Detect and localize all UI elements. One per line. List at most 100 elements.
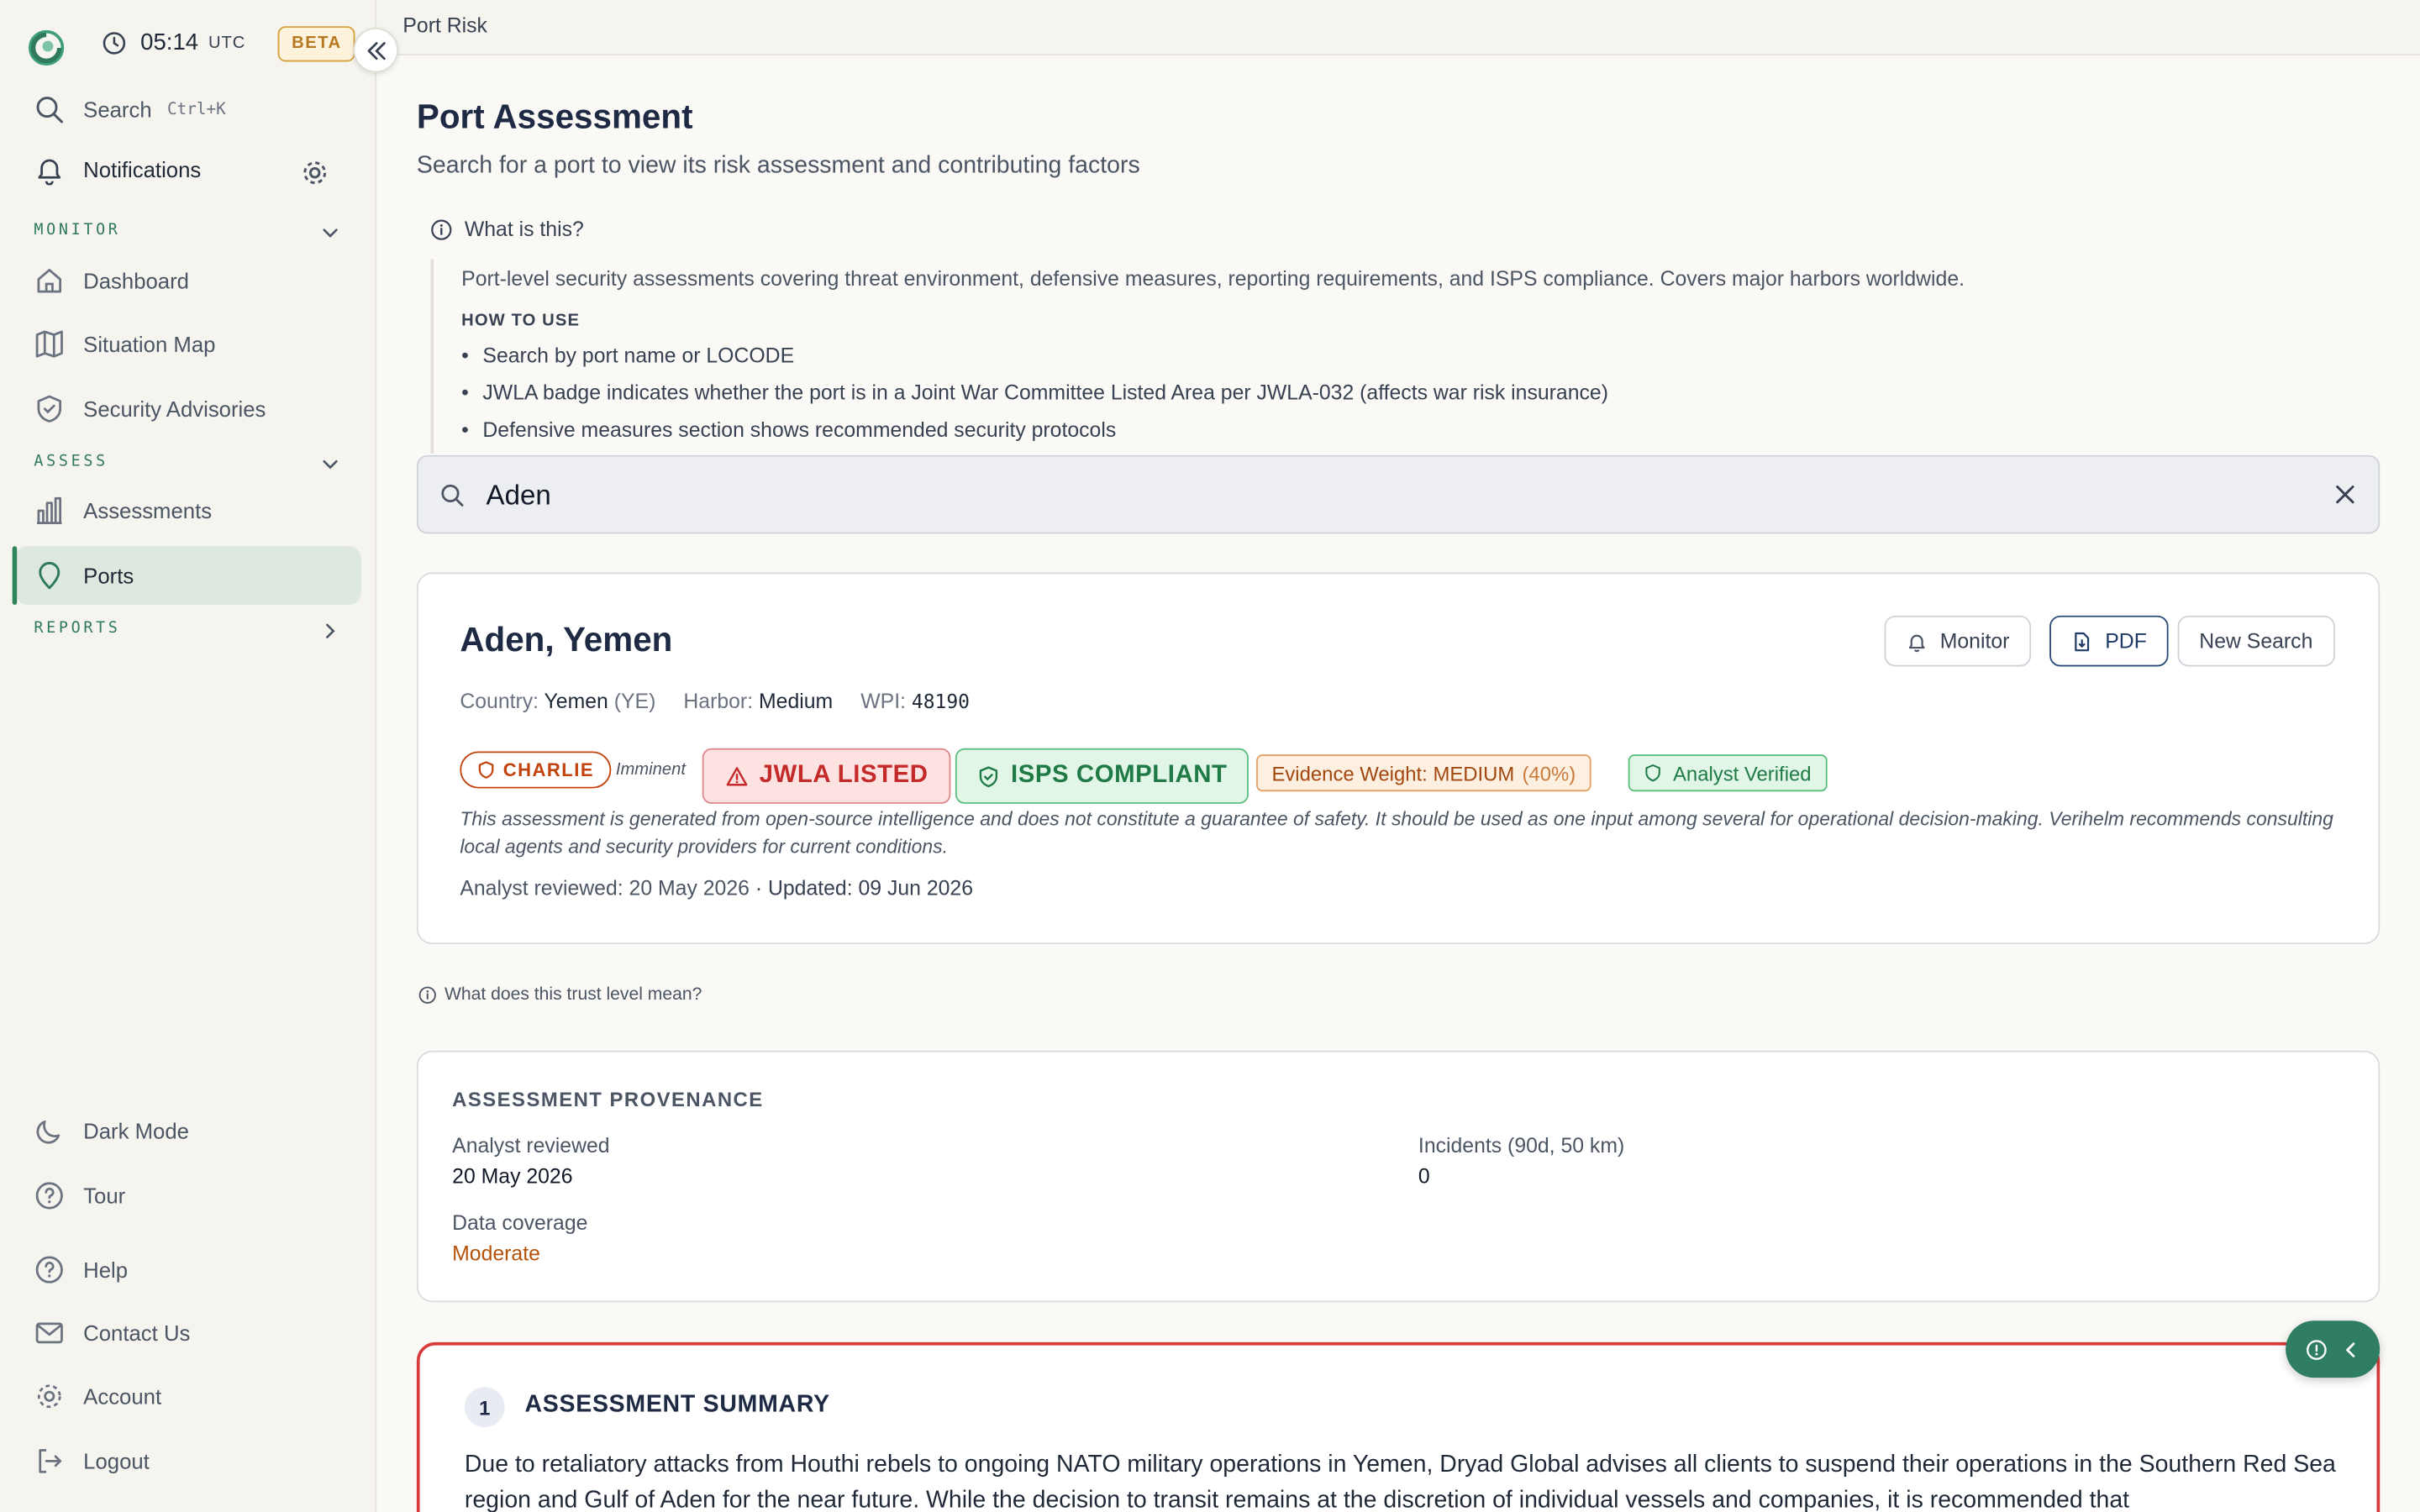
sidebar-item-label: Tour: [83, 1183, 126, 1209]
threat-level-badge: CHARLIE: [460, 751, 612, 789]
pdf-button-label: PDF: [2105, 629, 2147, 653]
analyst-reviewed-label: Analyst reviewed: [452, 1133, 610, 1158]
gear-icon[interactable]: [299, 157, 330, 188]
incidents-value: 0: [1418, 1164, 1430, 1189]
sidebar-item-label: Ports: [83, 563, 134, 588]
sidebar-contact[interactable]: Contact Us: [15, 1304, 360, 1362]
updated-date: · Updated: 09 Jun 2026: [755, 876, 974, 900]
data-coverage-value: Moderate: [452, 1242, 540, 1266]
incidents-label: Incidents (90d, 50 km): [1418, 1133, 1625, 1158]
question-circle-icon: [35, 1182, 63, 1210]
harbor-field: Harbor: Medium: [683, 690, 834, 713]
info-icon: [418, 986, 436, 1004]
app-logo[interactable]: [28, 29, 65, 66]
bell-icon: [38, 159, 61, 186]
clock-time: 05:14: [140, 29, 199, 56]
provenance-card: ASSESSMENT PROVENANCE Analyst reviewed 2…: [416, 1050, 2381, 1303]
sidebar-notifications-label: Notifications: [83, 157, 202, 182]
collapse-sidebar-button[interactable]: [353, 28, 398, 73]
evidence-weight-badge: Evidence Weight: MEDIUM (40%): [1256, 754, 1591, 792]
sidebar-account[interactable]: Account: [15, 1367, 360, 1425]
analyst-verified-badge: Analyst Verified: [1628, 754, 1827, 792]
threat-qualifier: Imminent: [615, 760, 686, 780]
country-field: Country: Yemen (YE): [460, 690, 656, 713]
sidebar-item-situation-map[interactable]: Situation Map: [15, 315, 360, 374]
sidebar-item-assessments[interactable]: Assessments: [15, 481, 360, 540]
settings-icon: [37, 1384, 61, 1409]
clock-timezone: UTC: [208, 34, 246, 53]
breadcrumb[interactable]: Port Risk: [402, 14, 487, 38]
how-to-bullet: Defensive measures section shows recomme…: [461, 418, 1116, 442]
sidebar-item-label: Account: [83, 1383, 162, 1409]
assessment-summary-body: Due to retaliatory attacks from Houthi r…: [464, 1452, 2336, 1512]
sidebar-item-label: Situation Map: [83, 331, 216, 357]
trust-level-help-link[interactable]: What does this trust level mean?: [418, 986, 702, 1005]
close-icon[interactable]: [2333, 483, 2357, 507]
new-search-button[interactable]: New Search: [2177, 615, 2335, 667]
page-subtitle: Search for a port to view its risk asses…: [416, 152, 1140, 180]
sidebar-dark-mode[interactable]: Dark Mode: [15, 1101, 360, 1160]
jwla-badge: JWLA LISTED: [702, 748, 952, 804]
chevrons-left-icon: [366, 41, 385, 60]
info-panel: Port-level security assessments covering…: [430, 259, 2128, 454]
sidebar-tour[interactable]: Tour: [15, 1167, 360, 1226]
warning-icon: [726, 766, 748, 785]
isps-badge: ISPS COMPLIANT: [955, 748, 1249, 804]
file-download-icon: [2075, 631, 2090, 651]
provenance-title: ASSESSMENT PROVENANCE: [452, 1087, 764, 1111]
chevron-right-icon[interactable]: [319, 620, 341, 642]
sidebar-logout[interactable]: Logout: [15, 1431, 360, 1490]
search-icon: [36, 97, 63, 123]
feedback-toggle-button[interactable]: [2286, 1320, 2381, 1378]
sidebar-item-label: Dashboard: [83, 268, 189, 293]
mail-icon: [35, 1322, 63, 1344]
bar-chart-icon: [37, 496, 62, 525]
help-icon: [35, 1256, 63, 1284]
info-icon: [2306, 1339, 2326, 1360]
sidebar-item-ports[interactable]: Ports: [12, 546, 361, 605]
sidebar-item-security-advisories[interactable]: Security Advisories: [15, 380, 360, 438]
bell-icon: [1908, 633, 1925, 652]
what-is-this-toggle[interactable]: What is this?: [430, 218, 584, 241]
port-meta: Country: Yemen (YE) Harbor: Medium WPI: …: [460, 690, 970, 713]
section-monitor[interactable]: MONITOR: [34, 222, 120, 239]
sidebar-search[interactable]: Search Ctrl+K: [15, 81, 360, 139]
sidebar-item-label: Contact Us: [83, 1320, 191, 1346]
disclaimer: This assessment is generated from open-s…: [460, 808, 2333, 858]
info-icon: [431, 218, 452, 239]
chevron-down-icon[interactable]: [319, 454, 341, 475]
search-icon: [441, 484, 464, 507]
port-search-box: [416, 454, 2381, 534]
section-assess[interactable]: ASSESS: [34, 454, 108, 470]
analyst-reviewed-value: 20 May 2026: [452, 1164, 573, 1189]
top-bar: Port Risk: [376, 0, 2420, 56]
pdf-button[interactable]: PDF: [2049, 615, 2169, 667]
sidebar-item-label: Assessments: [83, 498, 213, 523]
section-number: 1: [464, 1387, 505, 1427]
shield-icon: [1645, 764, 1660, 782]
how-to-bullet: JWLA badge indicates whether the port is…: [461, 381, 1608, 405]
shield-check-icon: [979, 765, 998, 787]
sidebar-notifications[interactable]: Notifications: [15, 140, 360, 199]
sidebar-item-dashboard[interactable]: Dashboard: [15, 251, 360, 310]
analyst-reviewed-date: Analyst reviewed: 20 May 2026: [460, 876, 750, 900]
port-card: Aden, Yemen Monitor PDF New Search Count…: [416, 572, 2381, 945]
monitor-button-label: Monitor: [1939, 629, 2010, 653]
assessment-summary-title: ASSESSMENT SUMMARY: [524, 1391, 830, 1418]
home-icon: [37, 269, 62, 293]
monitor-button[interactable]: Monitor: [1884, 615, 2032, 667]
how-to-bullet: Search by port name or LOCODE: [461, 344, 794, 368]
search-shortcut: Ctrl+K: [167, 100, 226, 119]
shield-check-icon: [37, 395, 62, 423]
active-indicator: [12, 546, 18, 605]
section-reports[interactable]: REPORTS: [34, 620, 120, 637]
port-search-input[interactable]: [486, 475, 2261, 516]
sidebar-help[interactable]: Help: [15, 1241, 360, 1299]
moon-icon: [36, 1120, 60, 1144]
assessment-summary-card: 1 ASSESSMENT SUMMARY Due to retaliatory …: [416, 1341, 2381, 1512]
sidebar: 05:14 UTC BETA Search Ctrl+K Notificatio…: [0, 0, 377, 1512]
sidebar-item-label: Security Advisories: [83, 396, 266, 422]
port-name: Aden, Yemen: [460, 620, 673, 659]
wpi-field: WPI: 48190: [860, 690, 971, 713]
chevron-down-icon[interactable]: [319, 222, 341, 244]
